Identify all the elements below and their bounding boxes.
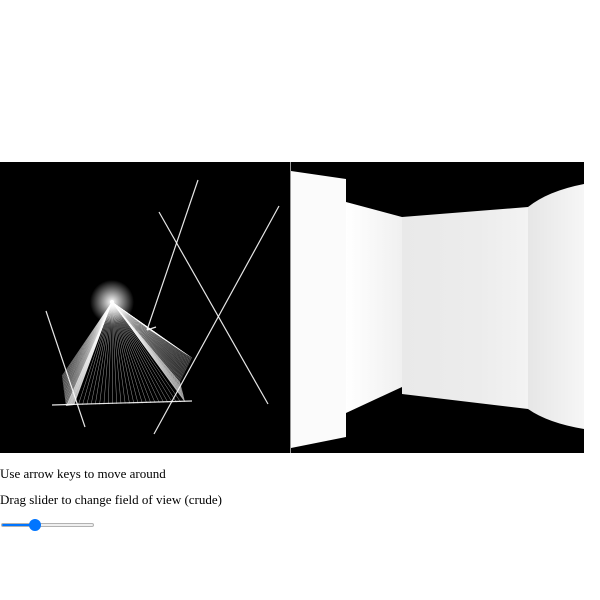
wall-slice-center-left	[346, 202, 402, 413]
top-down-map-canvas[interactable]	[0, 162, 290, 453]
fov-slider-track[interactable]	[1, 523, 94, 527]
canvas-row	[0, 162, 584, 453]
player-marker	[110, 300, 114, 304]
fov-slider-thumb[interactable]	[29, 519, 42, 531]
fov-instructions: Drag slider to change field of view (cru…	[0, 492, 222, 507]
wall-slice-left	[291, 171, 346, 448]
move-instructions: Use arrow keys to move around	[0, 466, 166, 481]
wall-slice-right	[528, 184, 584, 429]
fov-slider[interactable]	[0, 517, 96, 533]
first-person-view-canvas	[291, 162, 584, 453]
raycaster-page: Use arrow keys to move around Drag slide…	[0, 0, 600, 600]
wall-slice-center	[402, 207, 528, 409]
